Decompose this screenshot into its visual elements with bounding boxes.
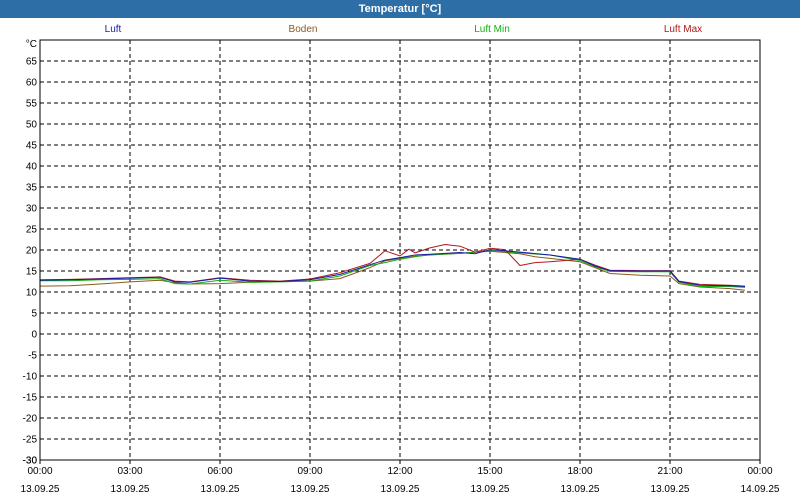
y-tick-label: -15 — [23, 393, 38, 404]
x-tick-date-label: 13.09.25 — [201, 484, 240, 495]
y-tick-label: 45 — [26, 141, 38, 152]
x-tick-date-label: 13.09.25 — [561, 484, 600, 495]
y-tick-label: 30 — [26, 204, 38, 215]
legend-entry-luft-min: Luft Min — [474, 24, 510, 35]
y-tick-label: 10 — [26, 288, 38, 299]
legend-entry-luft-max: Luft Max — [664, 24, 702, 35]
y-tick-label: -30 — [23, 456, 38, 467]
x-tick-date-label: 13.09.25 — [111, 484, 150, 495]
x-tick-time-label: 18:00 — [567, 466, 592, 477]
x-tick-date-label: 13.09.25 — [21, 484, 60, 495]
x-tick-date-label: 13.09.25 — [471, 484, 510, 495]
y-tick-label: 25 — [26, 225, 38, 236]
y-tick-label: 60 — [26, 78, 38, 89]
temperature-chart: Luft Boden Luft Min Luft Max -30 -25 -20 -15 -1… — [21, 24, 780, 495]
y-tick-label: 5 — [31, 309, 37, 320]
x-tick-time-label: 21:00 — [657, 466, 682, 477]
x-tick-date-label: 14.09.25 — [741, 484, 780, 495]
y-tick-label: 50 — [26, 120, 38, 131]
y-tick-label: 20 — [26, 246, 38, 257]
y-tick-label: 40 — [26, 162, 38, 173]
chart-title-bar: Temperatur [°C] — [0, 0, 800, 18]
x-tick-date-label: 13.09.25 — [291, 484, 330, 495]
chart-window: Temperatur [°C] Luft Boden Luft Min Luft Ma… — [0, 0, 800, 500]
x-tick-time-label: 12:00 — [387, 466, 412, 477]
y-tick-label: 35 — [26, 183, 38, 194]
plot-area — [39, 244, 746, 291]
x-tick-date-label: 13.09.25 — [651, 484, 690, 495]
x-tick-time-label: 00:00 — [747, 466, 772, 477]
y-tick-label: -10 — [23, 372, 38, 383]
x-tick-time-label: 15:00 — [477, 466, 502, 477]
x-tick-date-label: 13.09.25 — [381, 484, 420, 495]
y-tick-label: 15 — [26, 267, 38, 278]
series-line-luft-max — [39, 244, 746, 287]
x-tick-time-label: 09:00 — [297, 466, 322, 477]
y-tick-label: 55 — [26, 99, 38, 110]
legend-entry-boden: Boden — [289, 24, 318, 35]
x-tick-time-label: 00:00 — [27, 466, 52, 477]
chart-grid — [40, 40, 760, 461]
series-line-luft-min — [40, 250, 746, 288]
y-tick-label: 65 — [26, 57, 38, 68]
chart-title: Temperatur [°C] — [358, 3, 442, 15]
y-tick-label: 0 — [31, 330, 37, 341]
y-axis-unit-label: °C — [26, 39, 37, 50]
legend-entry-luft: Luft — [105, 24, 122, 35]
y-axis: -30 -25 -20 -15 -10 -5 0 5 10 15 20 25 30 35 40 45 50 55 6… — [23, 39, 38, 467]
y-tick-label: -20 — [23, 414, 38, 425]
x-tick-time-label: 06:00 — [207, 466, 232, 477]
chart-legend: Luft Boden Luft Min Luft Max — [105, 24, 703, 35]
y-tick-label: -25 — [23, 435, 38, 446]
x-tick-time-label: 03:00 — [117, 466, 142, 477]
x-axis: 00:00 13.09.25 03:00 13.09.25 06:00 13.09.25 0… — [21, 460, 780, 495]
y-tick-label: -5 — [28, 351, 37, 362]
